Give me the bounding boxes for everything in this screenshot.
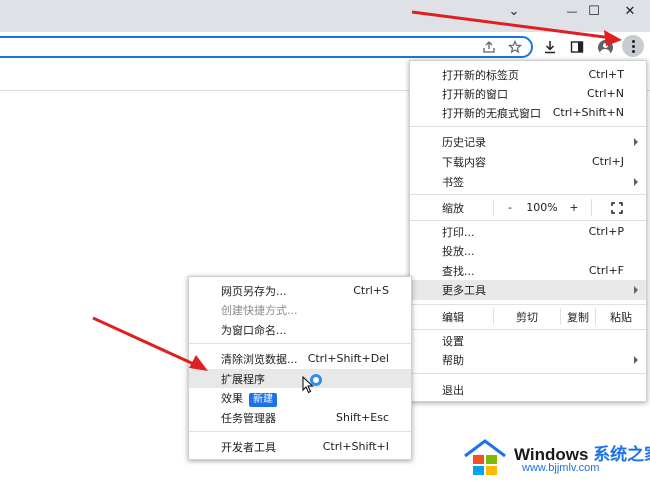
windows-house-logo-icon — [464, 439, 506, 475]
annotation-arrow-to-extensions — [92, 316, 208, 371]
watermark: Windows 系统之家 www.bjjmlv.com — [462, 436, 650, 480]
watermark-url: www.bjjmlv.com — [522, 462, 600, 474]
annotation-arrows — [92, 10, 622, 371]
annotation-arrow-to-menu — [411, 10, 622, 46]
